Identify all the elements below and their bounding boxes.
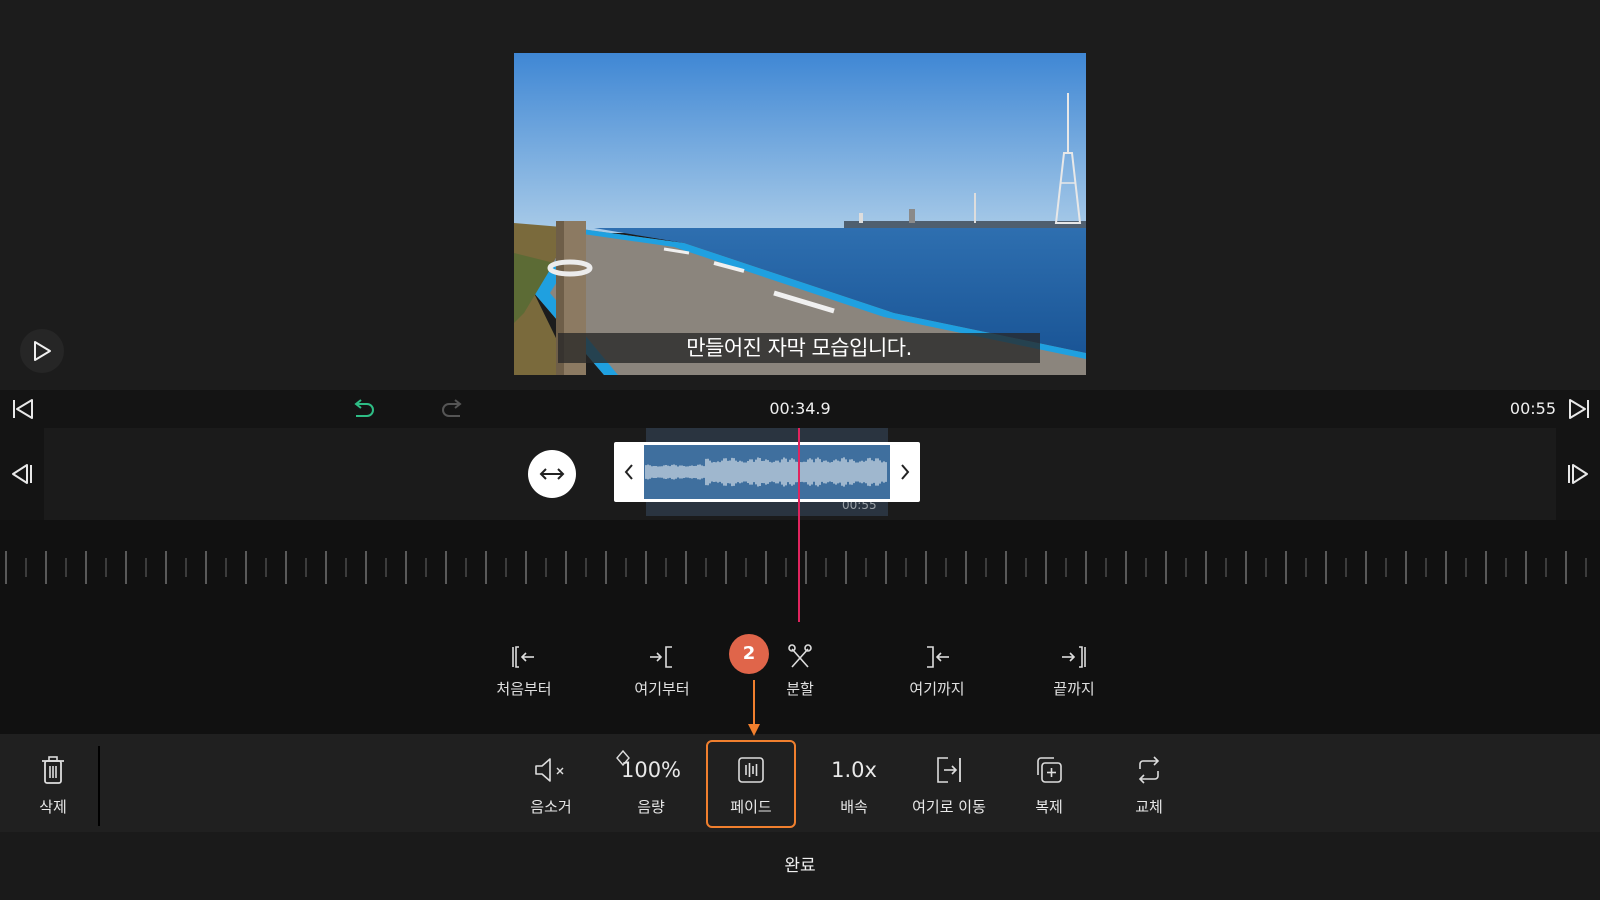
fade-label: 페이드 bbox=[730, 798, 772, 816]
mute-button[interactable]: 음소거 bbox=[506, 734, 596, 832]
delete-button[interactable]: 삭제 bbox=[8, 734, 98, 832]
speaker-mute-icon bbox=[535, 758, 564, 782]
track-area: 00:55 bbox=[0, 428, 1600, 520]
timeline-ruler[interactable] bbox=[0, 520, 1600, 620]
volume-label: 음량 bbox=[637, 798, 665, 816]
audio-waveform bbox=[644, 445, 890, 499]
skip-to-start-icon bbox=[13, 399, 33, 419]
trim-from-here-button[interactable]: 여기부터 bbox=[602, 642, 722, 699]
replace-icon bbox=[1138, 756, 1160, 784]
duplicate-button[interactable]: 복제 bbox=[1004, 734, 1094, 832]
video-preview[interactable]: 만들어진 자막 모습입니다. bbox=[514, 53, 1086, 375]
move-here-label: 여기로 이동 bbox=[912, 798, 986, 816]
clip-toolbar: 삭제 음소거 100% 음량 페이드 1.0x 배속 여기로 이동 복제 교체 bbox=[0, 734, 1600, 832]
move-here-icon bbox=[937, 757, 961, 783]
prev-frame-button[interactable] bbox=[0, 428, 44, 520]
replace-label: 교체 bbox=[1135, 798, 1163, 816]
undo-icon bbox=[354, 399, 374, 417]
trash-icon bbox=[42, 756, 64, 784]
trim-to-end-label: 끝까지 bbox=[1053, 680, 1095, 698]
undo-button[interactable] bbox=[346, 390, 380, 428]
trim-from-start-button[interactable]: 처음부터 bbox=[464, 642, 584, 699]
play-button[interactable] bbox=[20, 329, 64, 373]
footer-bar: 완료 bbox=[0, 832, 1600, 900]
prev-frame-icon bbox=[12, 464, 32, 484]
play-icon bbox=[34, 341, 51, 361]
trim-from-here-icon bbox=[650, 646, 672, 668]
trim-from-start-icon bbox=[512, 646, 534, 668]
redo-button[interactable] bbox=[436, 390, 470, 428]
chevron-right-icon bbox=[901, 464, 910, 480]
redo-icon bbox=[442, 399, 462, 417]
speed-button[interactable]: 1.0x 배속 bbox=[809, 734, 899, 832]
playhead[interactable] bbox=[798, 428, 800, 622]
duplicate-icon bbox=[1037, 757, 1062, 783]
timeline-header: 00:34.9 00:55 bbox=[0, 390, 1600, 428]
delete-label: 삭제 bbox=[39, 798, 67, 816]
selected-audio-clip[interactable] bbox=[614, 442, 920, 502]
trim-to-end-icon bbox=[1062, 646, 1086, 668]
skip-to-end-button[interactable] bbox=[1562, 390, 1596, 428]
fade-waveform-icon bbox=[738, 757, 764, 783]
total-duration: 00:55 bbox=[1509, 399, 1556, 418]
trim-from-here-label: 여기부터 bbox=[634, 680, 690, 698]
step-arrow-icon bbox=[748, 680, 760, 736]
next-frame-button[interactable] bbox=[1556, 428, 1600, 520]
fade-button[interactable]: 페이드 bbox=[706, 740, 796, 828]
toolbar-divider bbox=[98, 746, 100, 826]
replace-button[interactable]: 교체 bbox=[1104, 734, 1194, 832]
clip-track: 00:55 bbox=[44, 428, 1556, 520]
current-time: 00:34.9 bbox=[769, 399, 831, 418]
move-here-button[interactable]: 여기로 이동 bbox=[903, 734, 995, 832]
speed-label: 배속 bbox=[840, 798, 868, 816]
trim-to-here-icon bbox=[927, 646, 949, 668]
trim-to-here-button[interactable]: 여기까지 bbox=[877, 642, 997, 699]
chevron-left-icon bbox=[624, 464, 633, 480]
trim-left-handle[interactable] bbox=[614, 442, 644, 502]
trim-from-start-label: 처음부터 bbox=[496, 680, 552, 698]
preview-area: 만들어진 자막 모습입니다. bbox=[0, 0, 1600, 390]
ruler-ticks bbox=[5, 551, 1587, 584]
speed-value: 1.0x bbox=[831, 758, 877, 782]
trim-to-end-button[interactable]: 끝까지 bbox=[1014, 642, 1134, 699]
trim-to-here-label: 여기까지 bbox=[909, 680, 965, 698]
edit-actions-bar: 처음부터 여기부터 분할 여기까지 끝까지 bbox=[0, 620, 1600, 734]
volume-button[interactable]: 100% 음량 bbox=[606, 734, 696, 832]
split-scissors-icon bbox=[788, 644, 812, 668]
skip-to-start-button[interactable] bbox=[6, 390, 40, 428]
video-frame-image bbox=[514, 53, 1086, 375]
keyframe-diamond-icon bbox=[616, 750, 630, 766]
waveform-graphic bbox=[645, 457, 887, 487]
next-frame-icon bbox=[1568, 464, 1588, 484]
subtitle-overlay: 만들어진 자막 모습입니다. bbox=[558, 333, 1040, 363]
expand-clip-button[interactable] bbox=[528, 450, 576, 498]
duplicate-label: 복제 bbox=[1035, 798, 1063, 816]
horizontal-arrows-icon bbox=[539, 468, 565, 480]
trim-right-handle[interactable] bbox=[890, 442, 920, 502]
mute-label: 음소거 bbox=[530, 798, 572, 816]
skip-to-end-icon bbox=[1569, 399, 1589, 419]
done-button[interactable]: 완료 bbox=[740, 832, 860, 900]
step-badge: 2 bbox=[729, 634, 769, 674]
